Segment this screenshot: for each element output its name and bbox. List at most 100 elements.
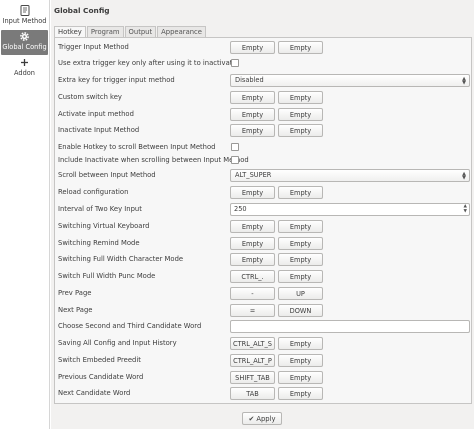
custom-switch-button-1[interactable]: Empty bbox=[230, 91, 275, 104]
setting-label: Custom switch key bbox=[58, 93, 122, 101]
setting-label: Switching Full Width Character Mode bbox=[58, 255, 184, 263]
tab-program[interactable]: Program bbox=[86, 26, 124, 37]
virtual-kb-button-2[interactable]: Empty bbox=[278, 220, 323, 233]
full-width-char-button-2[interactable]: Empty bbox=[278, 253, 323, 266]
setting-label: Choose Second and Third Candidate Word bbox=[58, 322, 202, 330]
sidebar-item-label: Addon bbox=[14, 69, 35, 77]
setting-label: Inactivate Input Method bbox=[58, 126, 140, 134]
next-page-button-1[interactable]: = bbox=[230, 304, 275, 317]
custom-switch-button-2[interactable]: Empty bbox=[278, 91, 323, 104]
setting-label: Saving All Config and Input History bbox=[58, 339, 177, 347]
enable-scroll-checkbox[interactable] bbox=[231, 143, 239, 151]
reload-button-1[interactable]: Empty bbox=[230, 186, 275, 199]
sidebar-item-global-config[interactable]: Global Config bbox=[1, 30, 48, 55]
save-all-button-1[interactable]: CTRL_ALT_S bbox=[230, 337, 275, 350]
setting-label: Reload configuration bbox=[58, 188, 129, 196]
setting-label: Enable Hotkey to scroll Between Input Me… bbox=[58, 143, 216, 151]
sidebar: Input Method Global Config Addon bbox=[0, 0, 50, 429]
setting-row-trigger: Trigger Input Method Empty Empty bbox=[55, 41, 471, 55]
setting-label: Prev Page bbox=[58, 289, 92, 297]
setting-label: Switching Virtual Keyboard bbox=[58, 222, 150, 230]
interval-spinbox[interactable]: 250 ▲ ▼ bbox=[230, 203, 470, 216]
setting-row-prev-page: Prev Page - UP bbox=[55, 287, 471, 301]
setting-label: Switch Full Width Punc Mode bbox=[58, 272, 156, 280]
setting-row-save-all: Saving All Config and Input History CTRL… bbox=[55, 337, 471, 351]
sidebar-item-addon[interactable]: Addon bbox=[1, 56, 48, 81]
scroll-between-select[interactable]: ALT_SUPER ▲ ▼ bbox=[230, 169, 470, 182]
setting-row-inactivate: Inactivate Input Method Empty Empty bbox=[55, 124, 471, 138]
trigger-key-button-2[interactable]: Empty bbox=[278, 41, 323, 54]
gear-icon bbox=[19, 30, 30, 42]
setting-label: Extra key for trigger input method bbox=[58, 76, 175, 84]
prev-page-button-1[interactable]: - bbox=[230, 287, 275, 300]
tab-output[interactable]: Output bbox=[124, 26, 157, 37]
activate-button-1[interactable]: Empty bbox=[230, 108, 275, 121]
full-width-char-button-1[interactable]: Empty bbox=[230, 253, 275, 266]
scroll-between-value: ALT_SUPER bbox=[235, 171, 272, 179]
setting-row-remind: Switching Remind Mode Empty Empty bbox=[55, 237, 471, 251]
plus-icon bbox=[20, 56, 29, 68]
save-all-button-2[interactable]: Empty bbox=[278, 337, 323, 350]
tab-bar: Hotkey Program Output Appearance bbox=[54, 26, 207, 38]
setting-row-activate: Activate input method Empty Empty bbox=[55, 108, 471, 122]
setting-row-interval: Interval of Two Key Input 250 ▲ ▼ bbox=[55, 203, 471, 217]
setting-row-next-page: Next Page = DOWN bbox=[55, 304, 471, 318]
setting-label: Include Inactivate when scrolling betwee… bbox=[58, 156, 249, 164]
embedded-preedit-button-1[interactable]: CTRL_ALT_P bbox=[230, 354, 275, 367]
hotkey-panel: Trigger Input Method Empty Empty Use ext… bbox=[54, 37, 472, 404]
next-page-button-2[interactable]: DOWN bbox=[278, 304, 323, 317]
choose-candidate-input[interactable] bbox=[230, 320, 470, 333]
input-method-icon bbox=[20, 4, 30, 16]
trigger-key-button-1[interactable]: Empty bbox=[230, 41, 275, 54]
setting-row-choose-candidate: Choose Second and Third Candidate Word bbox=[55, 320, 471, 334]
setting-row-embedded-preedit: Switch Embeded Preedit CTRL_ALT_P Empty bbox=[55, 354, 471, 368]
sidebar-item-input-method[interactable]: Input Method bbox=[1, 4, 48, 29]
virtual-kb-button-1[interactable]: Empty bbox=[230, 220, 275, 233]
combo-arrows-icon: ▲ ▼ bbox=[462, 76, 466, 86]
apply-button[interactable]: ✔ Apply bbox=[242, 412, 282, 425]
full-width-punc-button-1[interactable]: CTRL_. bbox=[230, 270, 275, 283]
next-candidate-button-2[interactable]: Empty bbox=[278, 387, 323, 400]
spin-arrows-icon[interactable]: ▲ ▼ bbox=[464, 204, 467, 214]
setting-label: Switching Remind Mode bbox=[58, 239, 140, 247]
next-candidate-button-1[interactable]: TAB bbox=[230, 387, 275, 400]
include-inactivate-checkbox[interactable] bbox=[231, 156, 239, 164]
prev-page-button-2[interactable]: UP bbox=[278, 287, 323, 300]
setting-row-next-candidate: Next Candidate Word TAB Empty bbox=[55, 387, 471, 401]
prev-candidate-button-1[interactable]: SHIFT_TAB bbox=[230, 371, 275, 384]
setting-label: Previous Candidate Word bbox=[58, 373, 144, 381]
sidebar-item-label: Global Config bbox=[2, 43, 47, 51]
apply-label: Apply bbox=[256, 414, 276, 423]
embedded-preedit-button-2[interactable]: Empty bbox=[278, 354, 323, 367]
setting-label: Trigger Input Method bbox=[58, 43, 129, 51]
main-area: Global Config Hotkey Program Output Appe… bbox=[51, 0, 474, 429]
setting-label: Interval of Two Key Input bbox=[58, 205, 142, 213]
inactivate-button-2[interactable]: Empty bbox=[278, 124, 323, 137]
setting-label: Next Page bbox=[58, 306, 93, 314]
setting-row-full-width-punc: Switch Full Width Punc Mode CTRL_. Empty bbox=[55, 270, 471, 284]
page-title: Global Config bbox=[54, 6, 110, 15]
setting-label: Activate input method bbox=[58, 110, 134, 118]
remind-button-2[interactable]: Empty bbox=[278, 237, 323, 250]
sidebar-item-label: Input Method bbox=[2, 17, 47, 25]
setting-row-extra-key: Extra key for trigger input method Disab… bbox=[55, 74, 471, 88]
check-icon: ✔ bbox=[248, 414, 255, 423]
remind-button-1[interactable]: Empty bbox=[230, 237, 275, 250]
setting-row-reload: Reload configuration Empty Empty bbox=[55, 186, 471, 200]
setting-row-full-width-char: Switching Full Width Character Mode Empt… bbox=[55, 253, 471, 267]
setting-row-extra-only: Use extra trigger key only after using i… bbox=[55, 57, 471, 71]
extra-key-value: Disabled bbox=[235, 76, 264, 84]
reload-button-2[interactable]: Empty bbox=[278, 186, 323, 199]
setting-row-custom-switch: Custom switch key Empty Empty bbox=[55, 91, 471, 105]
prev-candidate-button-2[interactable]: Empty bbox=[278, 371, 323, 384]
extra-key-select[interactable]: Disabled ▲ ▼ bbox=[230, 74, 470, 87]
extra-only-checkbox[interactable] bbox=[231, 59, 239, 67]
tab-appearance[interactable]: Appearance bbox=[157, 26, 206, 37]
inactivate-button-1[interactable]: Empty bbox=[230, 124, 275, 137]
setting-label: Switch Embeded Preedit bbox=[58, 356, 141, 364]
setting-label: Next Candidate Word bbox=[58, 389, 131, 397]
combo-arrows-icon: ▲ ▼ bbox=[462, 171, 466, 181]
full-width-punc-button-2[interactable]: Empty bbox=[278, 270, 323, 283]
setting-label: Use extra trigger key only after using i… bbox=[58, 59, 237, 67]
activate-button-2[interactable]: Empty bbox=[278, 108, 323, 121]
